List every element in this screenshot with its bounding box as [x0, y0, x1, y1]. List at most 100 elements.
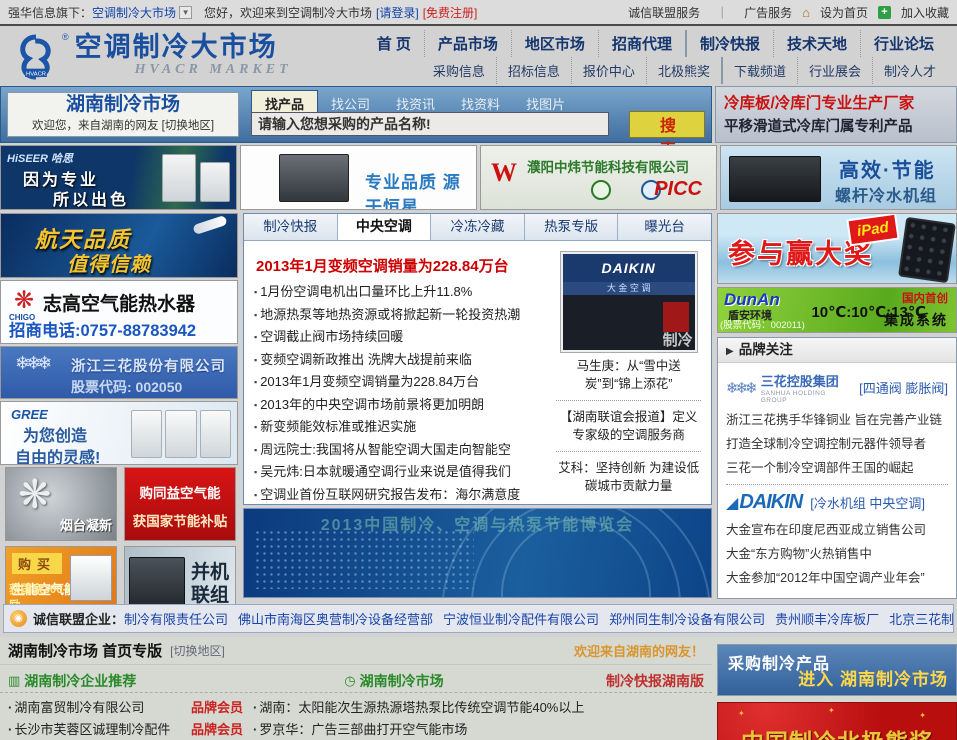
ipad-prize-ad[interactable]: 参与赢大奖 iPad [717, 213, 957, 284]
regional-news-item[interactable]: 罗京华：广告三部曲打开空气能市场 [253, 719, 704, 740]
news-item[interactable]: 地源热泵等地热资源或将掀起新一轮投资热潮 [254, 304, 547, 327]
screw-chiller-banner[interactable]: 高效·节能 螺杆冷水机组 [720, 145, 957, 210]
chigo-ad[interactable]: ❋ CHIGO 志高空气能热水器 招商电话:0757-88783942 [0, 280, 238, 344]
topbar: 强华信息旗下： 空调制冷大市场 ▼ 您好，欢迎来到空调制冷大市场 [请登录] [… [0, 0, 957, 26]
regional-col1-header[interactable]: ▥ 湖南制冷企业推荐 [8, 671, 136, 691]
search-button[interactable]: 搜 索 [629, 111, 705, 138]
company-name[interactable]: 湖南富贸制冷有限公司 [14, 697, 144, 719]
regional-col3-header[interactable]: 制冷快报湖南版 [606, 671, 704, 691]
daikin-store-photo[interactable]: DAIKIN 大 金 空 调 制冷 [560, 251, 698, 353]
set-home-link[interactable]: 设为首页 [820, 4, 868, 21]
add-favorite-link[interactable]: 加入收藏 [901, 4, 949, 21]
buy-banner-line2: 进入 湖南制冷市场 [798, 665, 948, 690]
brand-news-item[interactable]: 打造全球制冷空调控制元器件领导者 [726, 432, 948, 456]
side-news-item[interactable]: 【湖南联谊会报道】定义专家级的空调服务商 [554, 408, 703, 444]
news-item[interactable]: 新变频能效标准或推迟实施 [254, 416, 547, 439]
alliance-company[interactable]: 佛山市南海区奥营制冷设备经营部 [238, 609, 433, 628]
news-item[interactable]: 空调截止阀市场持续回暖 [254, 326, 547, 349]
alliance-company[interactable]: 郑州同生制冷设备有限公司 [609, 609, 765, 628]
member-badge[interactable]: 品牌会员 [191, 719, 243, 740]
brand-news-item[interactable]: 大金宣布在印度尼西亚成立销售公司 [726, 518, 948, 542]
member-badge[interactable]: 品牌会员 [191, 697, 243, 719]
news-item[interactable]: 1月份空调电机出口量环比上升11.8% [254, 281, 547, 304]
alliance-company[interactable]: 北京三花制冷设备有限责任... [889, 609, 954, 628]
zhongwei-banner[interactable]: W 濮阳中炜节能科技有限公司 PICC [480, 145, 717, 210]
region-title[interactable]: 湖南制冷市场 [8, 93, 238, 117]
picc-logo: PICC [654, 178, 702, 201]
search-input[interactable] [251, 112, 609, 136]
nav-agency[interactable]: 招商代理 [599, 30, 687, 57]
regional-news-item[interactable]: 湖南：太阳能次生源热源塔热泵比传统空调节能40%以上 [253, 697, 704, 719]
tongyi-subsidy-ad[interactable]: 购同益空气能 获国家节能补贴 [124, 467, 236, 541]
ad-line1: 为您创造 [23, 422, 87, 446]
news-tab-exposure[interactable]: 曝光台 [618, 214, 711, 240]
brand-news-item[interactable]: 大金参加“2012年中国空调产业年会” [726, 566, 948, 590]
company-name[interactable]: 长沙市芙蓉区诚理制冷配件 [14, 719, 170, 740]
news-item[interactable]: 2013年的中央空调市场前景将更加明朗 [254, 394, 547, 417]
news-tab-express[interactable]: 制冷快报 [244, 214, 338, 240]
nav-tech[interactable]: 技术天地 [774, 30, 861, 57]
nav-jobs[interactable]: 制冷人才 [873, 57, 947, 84]
alliance-service-link[interactable]: 诚信联盟服务 [628, 4, 700, 21]
nav-quote-center[interactable]: 报价中心 [572, 57, 647, 84]
regional-col2-header[interactable]: ◷ 湖南制冷市场 [344, 671, 443, 691]
site-logo[interactable]: HVACR ® 空调制冷大市场 HVACR MARKET [10, 32, 292, 82]
coldroom-ad-banner[interactable]: 冷库板/冷库门专业生产厂家 平移滑道式冷库门属专利产品 [715, 86, 957, 143]
daikin-brand[interactable]: DAIKIN [739, 491, 802, 514]
news-item[interactable]: 2013年1月变频空调销量为228.84万台 [254, 371, 547, 394]
topbar-greeting: 您好，欢迎来到空调制冷大市场 [204, 4, 372, 21]
nav-bid-info[interactable]: 招标信息 [497, 57, 572, 84]
alliance-company[interactable]: 制冷有限责任公司 [124, 609, 228, 628]
register-link[interactable]: [免费注册] [423, 4, 478, 21]
news-item[interactable]: 吴元炜:日本就暖通空调行业来说是值得我们 [254, 461, 547, 484]
nav-expos[interactable]: 行业展会 [798, 57, 873, 84]
nav-regions[interactable]: 地区市场 [512, 30, 599, 57]
news-headline[interactable]: 2013年1月变频空调销量为228.84万台 [256, 255, 547, 276]
hvacr-logo-icon: HVACR [10, 32, 62, 82]
brand-news-item[interactable]: 三花一个制冷空调部件王国的崛起 [726, 456, 948, 480]
switch-region-link[interactable]: [切换地区] [170, 642, 225, 659]
yantai-ningxin-ad[interactable]: ❋ 烟台凝新 [5, 467, 117, 541]
chevron-down-icon[interactable]: ▼ [179, 6, 192, 19]
news-tab-freezing[interactable]: 冷冻冷藏 [431, 214, 525, 240]
news-tab-heatpump[interactable]: 热泵专版 [525, 214, 619, 240]
heater-image [70, 555, 112, 601]
alliance-company[interactable]: 宁波恒业制冷配件有限公司 [443, 609, 599, 628]
nav-purchase-info[interactable]: 采购信息 [422, 57, 497, 84]
award-banner-text: 中国制冷北极熊奖 [718, 723, 956, 740]
nav-polar-bear-award[interactable]: 北极熊奖 [647, 57, 723, 84]
brand-news-item[interactable]: 大金“东方购物”火热销售中 [726, 542, 948, 566]
daikin-sign: DAIKIN [563, 254, 695, 282]
polar-bear-award-banner[interactable]: ✦ ✦ ✦ 中国制冷北极熊奖 [717, 702, 957, 740]
region-welcome[interactable]: 欢迎您，来自湖南的网友 [切换地区] [8, 117, 238, 133]
news-tab-central-ac[interactable]: 中央空调 [338, 214, 432, 240]
haise-banner[interactable]: HiSEER 哈思 因为专业 所以出色 [0, 145, 237, 210]
news-tabs: 制冷快报 中央空调 冷冻冷藏 热泵专版 曝光台 [244, 214, 711, 241]
login-link[interactable]: [请登录] [376, 4, 419, 21]
side-news-item[interactable]: 艾科：坚持创新 为建设低碳城市贡献力量 [554, 459, 703, 495]
sanhua-tags[interactable]: [四通阀 膨胀阀] [859, 378, 948, 397]
nav-news[interactable]: 制冷快报 [687, 30, 774, 57]
ad-service-link[interactable]: 广告服务 [744, 4, 792, 21]
alliance-company[interactable]: 贵州顺丰冷库板厂 [775, 609, 879, 628]
news-item[interactable]: 变频空调新政推出 洗牌大战提前来临 [254, 349, 547, 372]
nav-products[interactable]: 产品市场 [425, 30, 512, 57]
nav-downloads[interactable]: 下载频道 [723, 57, 798, 84]
daikin-tags[interactable]: [冷水机组 中央空调] [810, 493, 925, 512]
news-item[interactable]: 周远院士:我国将从智能空调大国走向智能空 [254, 439, 547, 462]
buy-products-banner[interactable]: 采购制冷产品 进入 湖南制冷市场 [717, 644, 957, 696]
nav-forum[interactable]: 行业论坛 [861, 30, 947, 57]
nav-home[interactable]: 首 页 [364, 30, 425, 57]
aerospace-quality-ad[interactable]: 航天品质 值得信赖 [0, 213, 238, 278]
sanhua-brand[interactable]: 三花控股集团 SANHUA HOLDING GROUP [761, 371, 851, 404]
news-item[interactable]: 空调业首份互联网研究报告发布：海尔满意度 [254, 484, 547, 507]
sanhua-stock-ad[interactable]: ❄❄❄ 浙江三花股份有限公司 股票代码: 002050 [0, 346, 238, 399]
fan-icon: ❋ [18, 472, 52, 518]
site-select-link[interactable]: 空调制冷大市场 [92, 4, 176, 21]
photo-caption[interactable]: 马生庚：从“雪中送炭”到“锦上添花” [554, 357, 703, 393]
hengxing-banner[interactable]: 专业品质 源于恒星 [240, 145, 477, 210]
brand-news-item[interactable]: 浙江三花携手华锋铜业 旨在完善产业链 [726, 408, 948, 432]
expo-banner[interactable]: 2013中国制冷、空调与热泵节能博览会 [243, 508, 712, 598]
gree-ad[interactable]: GREE 为您创造 自由的灵感! [0, 401, 238, 465]
dunan-ad[interactable]: DunAn 盾安环境 (股票代码：002011) 国内首创 10℃:10℃:13… [717, 287, 957, 333]
